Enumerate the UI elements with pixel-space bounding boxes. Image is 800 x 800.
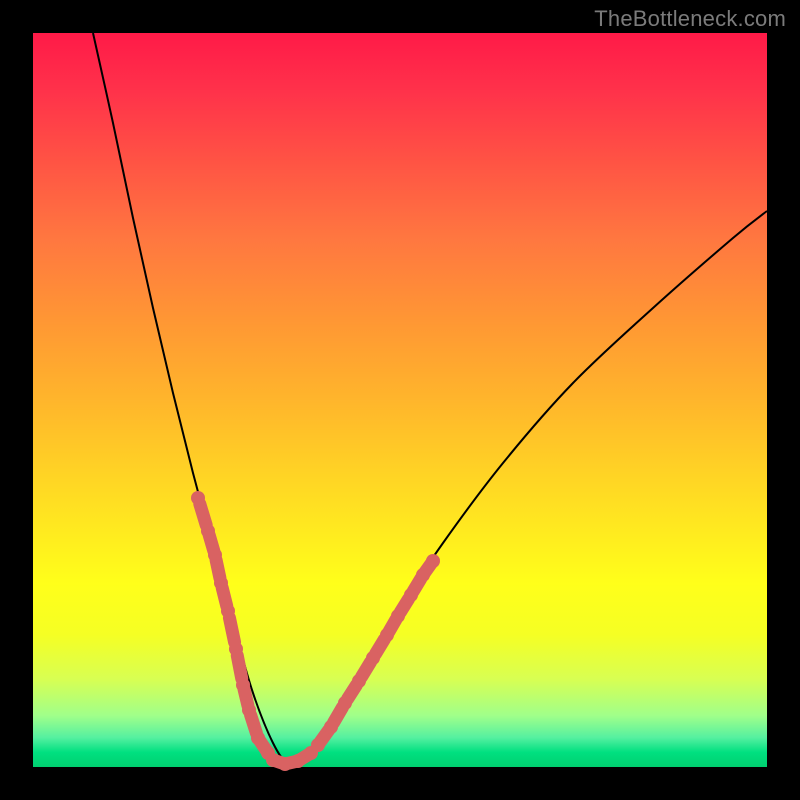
highlight-dot <box>352 674 366 688</box>
highlight-segment <box>376 639 385 654</box>
highlight-dot <box>380 628 394 642</box>
highlight-segment <box>216 560 220 578</box>
highlight-segment <box>200 504 206 525</box>
highlight-dot <box>266 753 280 767</box>
highlight-dot <box>208 548 222 562</box>
highlight-segment <box>334 707 343 722</box>
chart-frame: TheBottleneck.com <box>0 0 800 800</box>
highlight-dot <box>236 678 250 692</box>
highlight-dot <box>404 588 418 602</box>
highlight-segment <box>251 715 257 733</box>
curve-svg <box>33 33 767 767</box>
highlight-dot <box>191 491 205 505</box>
plot-area <box>33 33 767 767</box>
watermark-text: TheBottleneck.com <box>594 6 786 32</box>
highlight-segment <box>229 618 234 642</box>
highlight-segment <box>222 588 226 606</box>
highlight-segment <box>237 655 241 678</box>
highlight-dot <box>426 554 440 568</box>
highlight-dot <box>242 703 256 717</box>
highlight-segment <box>348 685 357 699</box>
highlight-dot <box>214 576 228 590</box>
highlight-segment <box>244 690 248 706</box>
highlight-dot <box>201 524 215 538</box>
highlight-dot <box>366 651 380 665</box>
highlight-dot <box>324 720 338 734</box>
highlight-dot <box>311 738 325 752</box>
highlight-dot <box>416 568 430 582</box>
bottleneck-curve <box>93 33 767 764</box>
highlight-dot <box>221 604 235 618</box>
highlight-dot <box>291 754 305 768</box>
highlight-dot <box>338 696 352 710</box>
highlight-dot <box>251 731 265 745</box>
highlight-region <box>191 491 440 771</box>
highlight-dot <box>391 609 405 623</box>
highlight-segment <box>362 662 371 677</box>
highlight-dot <box>229 642 243 656</box>
highlight-dot <box>278 757 292 771</box>
